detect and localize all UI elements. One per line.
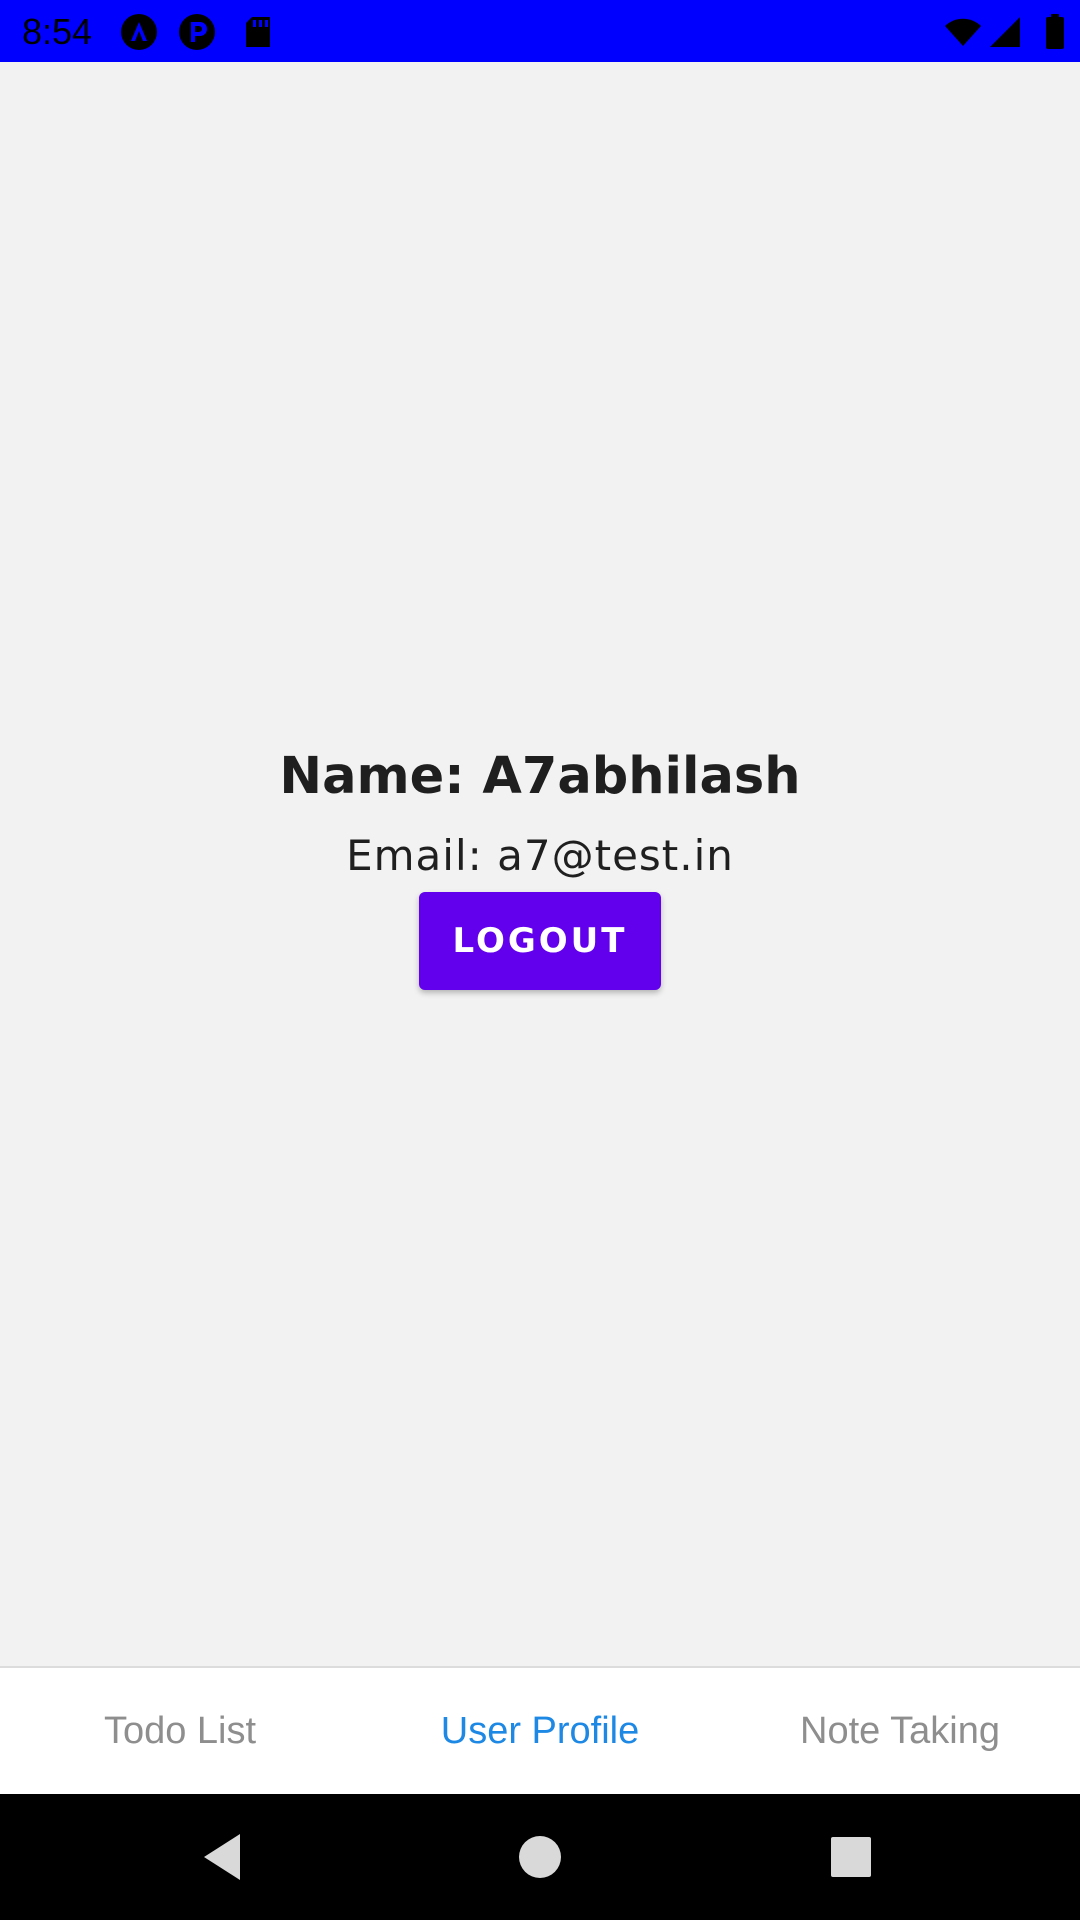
tab-todo-list[interactable]: Todo List	[0, 1668, 360, 1794]
status-bar: 8:54	[0, 0, 1080, 62]
app-screen: 8:54 Name: A7abhilash Email: a7@test.in …	[0, 0, 1080, 1920]
status-time: 8:54	[22, 11, 93, 52]
p-circle-icon	[179, 14, 215, 50]
logout-button[interactable]: LOGOUT	[419, 892, 661, 990]
battery-icon	[1046, 14, 1064, 49]
a-circle-icon	[121, 14, 157, 50]
profile-email: Email: a7@test.in	[346, 831, 734, 880]
tab-user-profile[interactable]: User Profile	[360, 1668, 720, 1794]
bottom-tab-bar: Todo List User Profile Note Taking	[0, 1666, 1080, 1794]
sd-card-icon	[246, 17, 270, 47]
profile-name: Name: A7abhilash	[279, 747, 801, 806]
recents-icon[interactable]	[818, 1824, 884, 1890]
profile-screen: Name: A7abhilash Email: a7@test.in LOGOU…	[0, 62, 1080, 1666]
system-nav-bar	[0, 1794, 1080, 1920]
wifi-icon	[945, 18, 981, 46]
home-icon[interactable]	[507, 1824, 573, 1890]
back-icon[interactable]	[192, 1824, 258, 1890]
tab-note-taking[interactable]: Note Taking	[720, 1668, 1080, 1794]
signal-icon	[990, 17, 1020, 47]
